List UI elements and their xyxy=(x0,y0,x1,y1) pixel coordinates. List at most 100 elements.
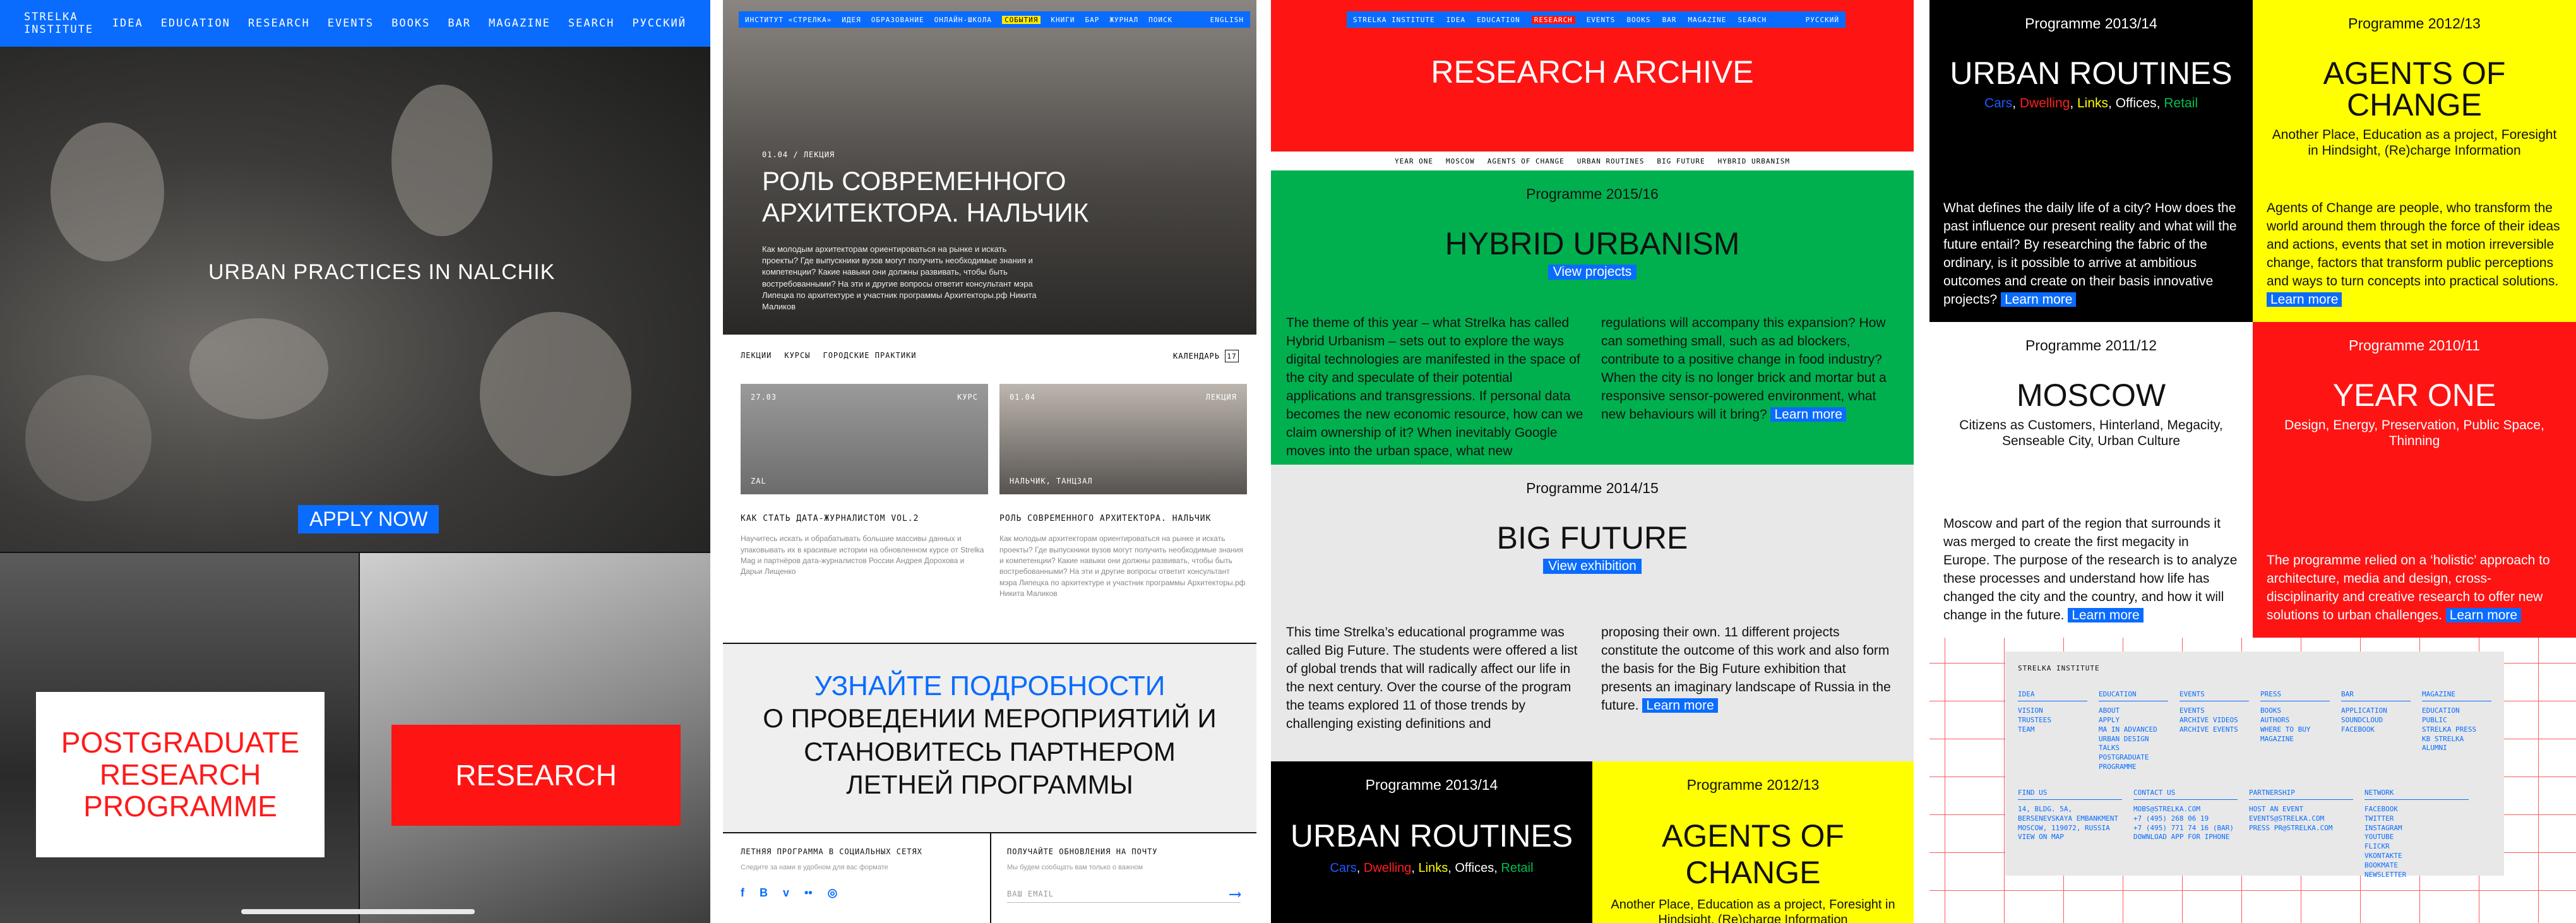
footer-brand[interactable]: STRELKA INSTITUTE xyxy=(2018,664,2491,672)
nav-item-idea[interactable]: ИДЕЯ xyxy=(842,16,861,24)
footer-link[interactable]: VKONTAKTE xyxy=(2364,852,2469,861)
view-projects-link[interactable]: View projects xyxy=(1547,265,1637,280)
learn-more-link[interactable]: Learn more xyxy=(2267,292,2342,307)
footer-link[interactable]: VISION xyxy=(2018,706,2087,716)
nav-item-magazine[interactable]: MAGAZINE xyxy=(489,17,551,30)
event-card[interactable]: 01.04 ЛЕКЦИЯ НАЛЬЧИК, ТАНЦЗАЛ РОЛЬ СОВРЕ… xyxy=(999,384,1247,600)
nav-item-search[interactable]: ПОИСК xyxy=(1148,16,1172,24)
postgraduate-programme-link[interactable]: POSTGRADUATE RESEARCH PROGRAMME xyxy=(36,692,325,857)
footer-link[interactable]: EVENTS xyxy=(2179,706,2249,716)
footer-link[interactable]: APPLICATION xyxy=(2341,706,2411,716)
nav-item-events[interactable]: EVENTS xyxy=(328,17,374,30)
subnav-agents-of-change[interactable]: AGENTS OF CHANGE xyxy=(1488,157,1565,165)
footer-link[interactable]: AUTHORS xyxy=(2260,716,2330,725)
footer-link[interactable]: MAGAZINE xyxy=(2260,735,2330,744)
footer-link[interactable]: +7 (495) 771 74 16 (BAR) xyxy=(2133,824,2238,833)
filter-courses[interactable]: КУРСЫ xyxy=(784,351,810,360)
footer-link[interactable]: EVENTS@STRELKA.COM xyxy=(2249,814,2353,824)
programme-agents-of-change[interactable]: Programme 2012/13 AGENTS OF CHANGE Anoth… xyxy=(2253,0,2576,322)
footer-link[interactable]: +7 (495) 268 06 19 xyxy=(2133,814,2238,824)
learn-more-link[interactable]: Learn more xyxy=(2445,608,2522,623)
apply-now-button[interactable]: APPLY NOW xyxy=(298,505,439,533)
subnav-big-future[interactable]: BIG FUTURE xyxy=(1657,157,1705,165)
footer-link[interactable]: POSTGRADUATE xyxy=(2099,753,2168,763)
event-card-title[interactable]: КАК СТАТЬ ДАТА-ЖУРНАЛИСТОМ VOL.2 xyxy=(741,513,988,525)
instagram-icon[interactable]: ◎ xyxy=(828,886,838,900)
footer-col-heading[interactable]: PRESS xyxy=(2260,690,2330,701)
event-card[interactable]: 27.03 КУРС ZAL КАК СТАТЬ ДАТА-ЖУРНАЛИСТО… xyxy=(741,384,988,578)
filter-urban-practices[interactable]: ГОРОДСКИЕ ПРАКТИКИ xyxy=(823,351,916,360)
nav-item-search[interactable]: SEARCH xyxy=(1738,16,1767,24)
facebook-icon[interactable]: f xyxy=(741,886,744,900)
footer-link[interactable]: HOST AN EVENT xyxy=(2249,805,2353,814)
nav-item-events[interactable]: СОБЫТИЯ xyxy=(1002,15,1041,24)
footer-link[interactable]: ARCHIVE VIDEOS xyxy=(2179,716,2249,725)
nav-item-bar[interactable]: BAR xyxy=(448,17,471,30)
footer-link[interactable]: PUBLIC xyxy=(2422,716,2491,725)
learn-more-link[interactable]: Learn more xyxy=(1642,698,1718,713)
footer-link[interactable]: TALKS xyxy=(2099,744,2168,753)
footer-link[interactable]: URBAN DESIGN xyxy=(2099,735,2168,744)
footer-link[interactable]: INSTAGRAM xyxy=(2364,824,2469,833)
nav-item-online-school[interactable]: ОНЛАЙН-ШКОЛА xyxy=(934,16,992,24)
footer-col-heading[interactable]: MAGAZINE xyxy=(2422,690,2491,701)
nav-item-search[interactable]: SEARCH xyxy=(568,17,614,30)
footer-link[interactable]: TEAM xyxy=(2018,725,2087,735)
footer-col-heading[interactable]: EDUCATION xyxy=(2099,690,2168,701)
language-switch[interactable]: ENGLISH xyxy=(1210,16,1244,24)
footer-link[interactable]: NEWSLETTER xyxy=(2364,871,2469,880)
learn-more-link[interactable]: Learn more xyxy=(2001,292,2077,307)
footer-link[interactable]: TRUSTEES xyxy=(2018,716,2087,725)
footer-link[interactable]: STRELKA PRESS xyxy=(2422,725,2491,735)
flickr-icon[interactable]: •• xyxy=(804,886,813,900)
subnav-moscow[interactable]: MOSCOW xyxy=(1446,157,1475,165)
programme-urban-routines[interactable]: Programme 2013/14 URBAN ROUTINES Cars, D… xyxy=(1271,761,1592,923)
language-switch[interactable]: РУССКИЙ xyxy=(632,17,686,30)
footer-link[interactable]: FACEBOOK xyxy=(2341,725,2411,735)
vimeo-icon[interactable]: v xyxy=(783,886,789,900)
learn-more-link[interactable]: Learn more xyxy=(2068,608,2144,623)
subnav-hybrid-urbanism[interactable]: HYBRID URBANISM xyxy=(1718,157,1790,165)
event-card-title[interactable]: РОЛЬ СОВРЕМЕННОГО АРХИТЕКТОРА. НАЛЬЧИК xyxy=(999,513,1247,525)
footer-link[interactable]: FLICKR xyxy=(2364,842,2469,852)
learn-more-link[interactable]: Learn more xyxy=(1770,407,1846,422)
nav-item-bar[interactable]: BAR xyxy=(1662,16,1677,24)
email-field[interactable]: ВАШ EMAIL ⟶ xyxy=(1007,884,1241,903)
footer-link[interactable]: YOUTUBE xyxy=(2364,833,2469,842)
footer-col-heading[interactable]: BAR xyxy=(2341,690,2411,701)
footer-link[interactable]: KB STRELKA xyxy=(2422,735,2491,744)
nav-item-magazine[interactable]: MAGAZINE xyxy=(1688,16,1726,24)
view-exhibition-link[interactable]: View exhibition xyxy=(1543,559,1642,574)
nav-item-events[interactable]: EVENTS xyxy=(1587,16,1616,24)
nav-item-education[interactable]: EDUCATION xyxy=(1477,16,1520,24)
language-switch[interactable]: РУССКИЙ xyxy=(1806,16,1839,24)
nav-item-education[interactable]: ОБРАЗОВАНИЕ xyxy=(871,16,924,24)
footer-link[interactable]: FACEBOOK xyxy=(2364,805,2469,814)
footer-link[interactable]: TWITTER xyxy=(2364,814,2469,824)
nav-item-idea[interactable]: IDEA xyxy=(1446,16,1466,24)
footer-link[interactable]: BOOKMATE xyxy=(2364,861,2469,871)
subnav-year-one[interactable]: YEAR ONE xyxy=(1395,157,1433,165)
footer-link[interactable]: BOOKS xyxy=(2260,706,2330,716)
footer-link[interactable]: PROGRAMME xyxy=(2099,763,2168,772)
event-title[interactable]: РОЛЬ СОВРЕМЕННОГО АРХИТЕКТОРА. НАЛЬЧИК xyxy=(762,165,1116,229)
nav-item-institute[interactable]: ИНСТИТУТ «СТРЕЛКА» xyxy=(745,16,832,24)
programme-moscow[interactable]: Programme 2011/12 MOSCOW Citizens as Cus… xyxy=(1929,322,2253,638)
programme-agents-of-change[interactable]: Programme 2012/13 AGENTS OF CHANGE Anoth… xyxy=(1592,761,1914,923)
footer-link[interactable]: EDUCATION xyxy=(2422,706,2491,716)
nav-item-books[interactable]: BOOKS xyxy=(391,17,430,30)
footer-link[interactable]: WHERE TO BUY xyxy=(2260,725,2330,735)
nav-item-bar[interactable]: БАР xyxy=(1085,16,1100,24)
nav-item-research[interactable]: RESEARCH xyxy=(248,17,310,30)
calendar-button[interactable]: КАЛЕНДАРЬ 17 xyxy=(1173,350,1239,362)
nav-item-idea[interactable]: IDEA xyxy=(112,17,143,30)
vk-icon[interactable]: B xyxy=(760,886,768,900)
subnav-urban-routines[interactable]: URBAN ROUTINES xyxy=(1577,157,1645,165)
footer-col-heading[interactable]: EVENTS xyxy=(2179,690,2249,701)
programme-year-one[interactable]: Programme 2010/11 YEAR ONE Design, Energ… xyxy=(2253,322,2576,638)
footer-link[interactable]: ABOUT xyxy=(2099,706,2168,716)
footer-link[interactable]: PRESS PR@STRELKA.COM xyxy=(2249,824,2353,833)
arrow-right-icon[interactable]: ⟶ xyxy=(1230,884,1241,903)
research-link[interactable]: RESEARCH xyxy=(391,725,681,826)
filter-lectures[interactable]: ЛЕКЦИИ xyxy=(741,351,772,360)
